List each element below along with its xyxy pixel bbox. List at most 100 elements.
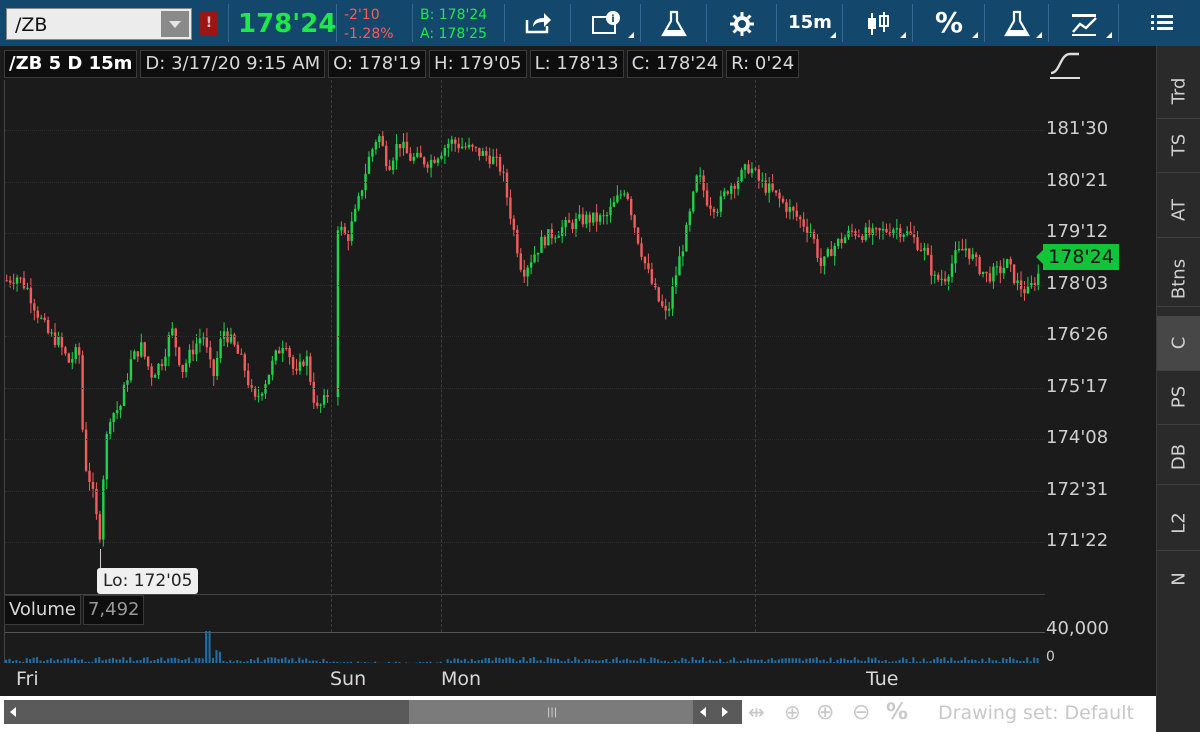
- volume-bar: [557, 658, 560, 663]
- tab-l2[interactable]: L2: [1157, 496, 1200, 551]
- tab-btns[interactable]: Btns: [1157, 252, 1200, 307]
- candle-body: [719, 196, 723, 212]
- volume-bar: [691, 657, 694, 663]
- strategies-button[interactable]: [990, 6, 1044, 40]
- tab-db[interactable]: DB: [1157, 430, 1200, 485]
- divider: [504, 4, 505, 42]
- volume-bar: [726, 661, 729, 663]
- volume-bar: [139, 660, 142, 663]
- style-toggle-button[interactable]: [1048, 50, 1082, 84]
- menu-button[interactable]: [1140, 6, 1184, 40]
- low-marker-line: [100, 549, 101, 569]
- divider: [1118, 4, 1119, 42]
- volume-bar: [946, 660, 949, 663]
- chevron-down-icon[interactable]: [161, 11, 189, 37]
- candle-body: [243, 354, 246, 371]
- candle-body: [43, 317, 46, 320]
- x-tick-mon: Mon: [441, 668, 482, 690]
- candle-body: [971, 254, 974, 259]
- volume-bar: [8, 658, 11, 663]
- tab-trd[interactable]: Trd: [1157, 64, 1200, 119]
- candle-body: [136, 351, 140, 357]
- tab-c[interactable]: C: [1157, 316, 1200, 371]
- tab-ps[interactable]: PS: [1157, 370, 1200, 425]
- candle-body: [443, 147, 447, 156]
- volume-bar: [588, 659, 591, 663]
- candle-body: [298, 361, 302, 371]
- page-left-icon[interactable]: [700, 707, 706, 717]
- volume-bar: [477, 660, 480, 663]
- divider: [984, 4, 985, 42]
- symbol-input[interactable]: /ZB: [15, 14, 47, 36]
- volume-bar: [105, 659, 108, 663]
- candle-body: [29, 287, 33, 304]
- volume-bar: [5, 659, 8, 663]
- candle-body: [460, 146, 464, 149]
- volume-bar: [539, 659, 542, 663]
- info-button[interactable]: i: [576, 6, 636, 40]
- volume-bar: [960, 660, 963, 663]
- price-axis-tick: 175'17: [1046, 375, 1109, 397]
- chart-type-button[interactable]: [848, 6, 908, 40]
- drawings-button[interactable]: [1054, 6, 1114, 40]
- volume-bar: [436, 662, 439, 663]
- zoom-in-icon[interactable]: ⊕: [816, 700, 834, 725]
- drawing-set-label[interactable]: Drawing set: Default: [938, 702, 1134, 724]
- volume-bar: [1019, 660, 1022, 663]
- volume-bar: [801, 660, 805, 663]
- candle-body: [412, 156, 416, 161]
- volume-bar: [1012, 658, 1015, 663]
- price-plot[interactable]: Lo: 172'05: [4, 80, 1045, 633]
- flask-icon: [1004, 10, 1030, 37]
- candle-body: [830, 249, 833, 256]
- aggregation-button[interactable]: 15m: [782, 6, 838, 40]
- candle-body: [995, 266, 999, 268]
- expand-icon[interactable]: ⇹: [748, 700, 765, 724]
- alert-badge[interactable]: !: [200, 11, 218, 36]
- volume-pane[interactable]: [4, 594, 1045, 663]
- candle-body: [450, 139, 453, 144]
- volume-bar: [491, 660, 494, 663]
- volume-bar: [294, 661, 297, 663]
- candle-body: [419, 152, 422, 158]
- studies-button[interactable]: [646, 6, 702, 40]
- share-button[interactable]: [510, 6, 566, 40]
- candle-body: [8, 280, 12, 283]
- volume-bar: [833, 661, 836, 663]
- volume-bar: [950, 657, 953, 663]
- scroll-left-icon[interactable]: [10, 707, 16, 717]
- volume-bar: [695, 659, 698, 663]
- gridline: [5, 233, 1045, 234]
- candle-body: [978, 257, 981, 274]
- percent-scale-icon[interactable]: %: [886, 700, 908, 725]
- zoom-out-icon[interactable]: ⊖: [852, 700, 870, 725]
- volume-bar: [836, 659, 839, 663]
- scroll-thumb[interactable]: |||: [409, 700, 693, 724]
- crosshair-icon[interactable]: ⊕: [784, 700, 801, 724]
- symbol-selector[interactable]: /ZB: [6, 8, 192, 40]
- volume-bar: [550, 658, 553, 663]
- candle-body: [826, 249, 830, 257]
- volume-bar: [636, 660, 639, 663]
- candle-body: [843, 237, 847, 243]
- candle-body: [57, 336, 60, 346]
- candle-body: [661, 301, 664, 306]
- bottom-toolbar: ||| ⇹ ⊕ ⊕ ⊖ % Drawing set: Default: [0, 696, 1156, 732]
- tab-n[interactable]: N: [1157, 552, 1200, 606]
- settings-button[interactable]: [712, 6, 772, 40]
- candle-body: [650, 269, 654, 284]
- candle-body: [129, 359, 133, 381]
- price-axis-tick: 171'22: [1046, 530, 1109, 551]
- candle-body: [40, 317, 43, 319]
- candle-body: [433, 159, 436, 163]
- candle-body: [954, 250, 957, 264]
- tab-ts[interactable]: TS: [1157, 118, 1200, 173]
- volume-bar: [884, 659, 887, 663]
- horizontal-scrollbar[interactable]: |||: [4, 700, 742, 724]
- volume-bar: [729, 659, 732, 663]
- tab-at[interactable]: AT: [1157, 183, 1200, 238]
- page-right-icon[interactable]: [722, 707, 728, 717]
- chart-area[interactable]: /ZB 5 D 15m D: 3/17/20 9:15 AM O: 178'19…: [0, 46, 1156, 696]
- percent-button[interactable]: %: [918, 6, 980, 40]
- volume-bar: [222, 660, 225, 663]
